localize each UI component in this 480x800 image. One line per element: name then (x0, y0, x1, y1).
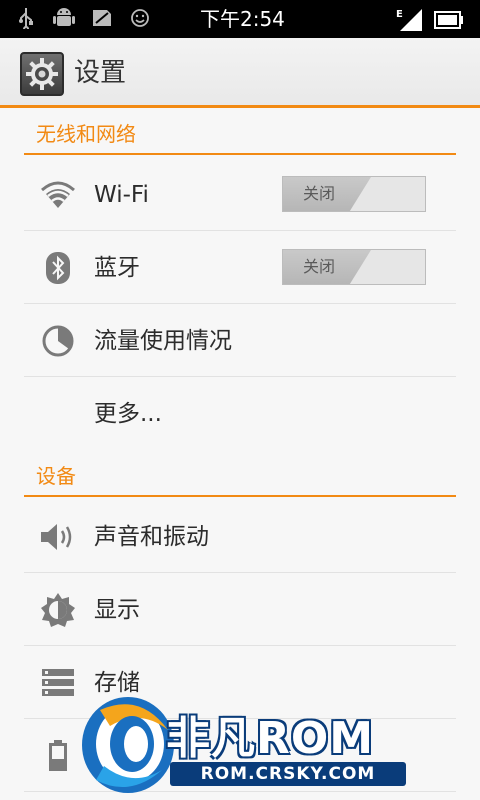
watermark-swirl-logo (82, 697, 174, 793)
watermark-url: ROM.CRSKY.COM (170, 762, 406, 786)
item-label: 更多... (94, 401, 162, 427)
android-debug-icon (52, 6, 76, 30)
item-label: 流量使用情况 (94, 328, 232, 354)
settings-item-wifi[interactable]: Wi-Fi 关闭 (24, 158, 456, 231)
edge-signal-icon: E (396, 7, 424, 37)
item-label: 蓝牙 (94, 255, 140, 281)
battery-icon (434, 11, 464, 33)
data-usage-icon (38, 322, 78, 360)
settings-item-sound[interactable]: 声音和振动 (24, 500, 456, 573)
bluetooth-icon (38, 249, 78, 287)
settings-item-data-usage[interactable]: 流量使用情况 (24, 304, 456, 377)
wifi-toggle[interactable]: 关闭 (282, 176, 426, 212)
usb-icon (14, 6, 38, 30)
svg-text:E: E (396, 9, 403, 20)
action-bar: 设置 (0, 38, 480, 108)
toggle-state: 关闭 (303, 184, 336, 203)
section-title: 无线和网络 (36, 122, 136, 146)
status-bar: 下午2:54 E (0, 0, 480, 38)
item-label: 显示 (94, 597, 140, 623)
settings-item-more[interactable]: 更多... (24, 377, 456, 450)
section-header-wireless: 无线和网络 (24, 111, 456, 155)
item-label: Wi-Fi (94, 182, 149, 208)
system-icons: E (396, 7, 464, 37)
bluetooth-toggle[interactable]: 关闭 (282, 249, 426, 285)
page-title: 设置 (74, 58, 127, 88)
brightness-icon (38, 591, 78, 629)
smiley-icon (128, 6, 152, 30)
item-label: 声音和振动 (94, 524, 209, 550)
wifi-icon (38, 176, 78, 214)
notification-icons (14, 6, 152, 30)
watermark-brand: 非凡ROM (166, 713, 375, 764)
sd-card-icon (90, 6, 114, 30)
section-title: 设备 (36, 464, 76, 488)
settings-item-display[interactable]: 显示 (24, 573, 456, 646)
speaker-icon (38, 518, 78, 556)
section-header-device: 设备 (24, 453, 456, 497)
settings-gear-icon[interactable] (20, 52, 64, 96)
clock: 下午2:54 (200, 7, 285, 31)
rom-watermark: 非凡ROM ROM.CRSKY.COM (70, 690, 420, 800)
settings-item-bluetooth[interactable]: 蓝牙 关闭 (24, 231, 456, 304)
toggle-state: 关闭 (303, 257, 336, 276)
